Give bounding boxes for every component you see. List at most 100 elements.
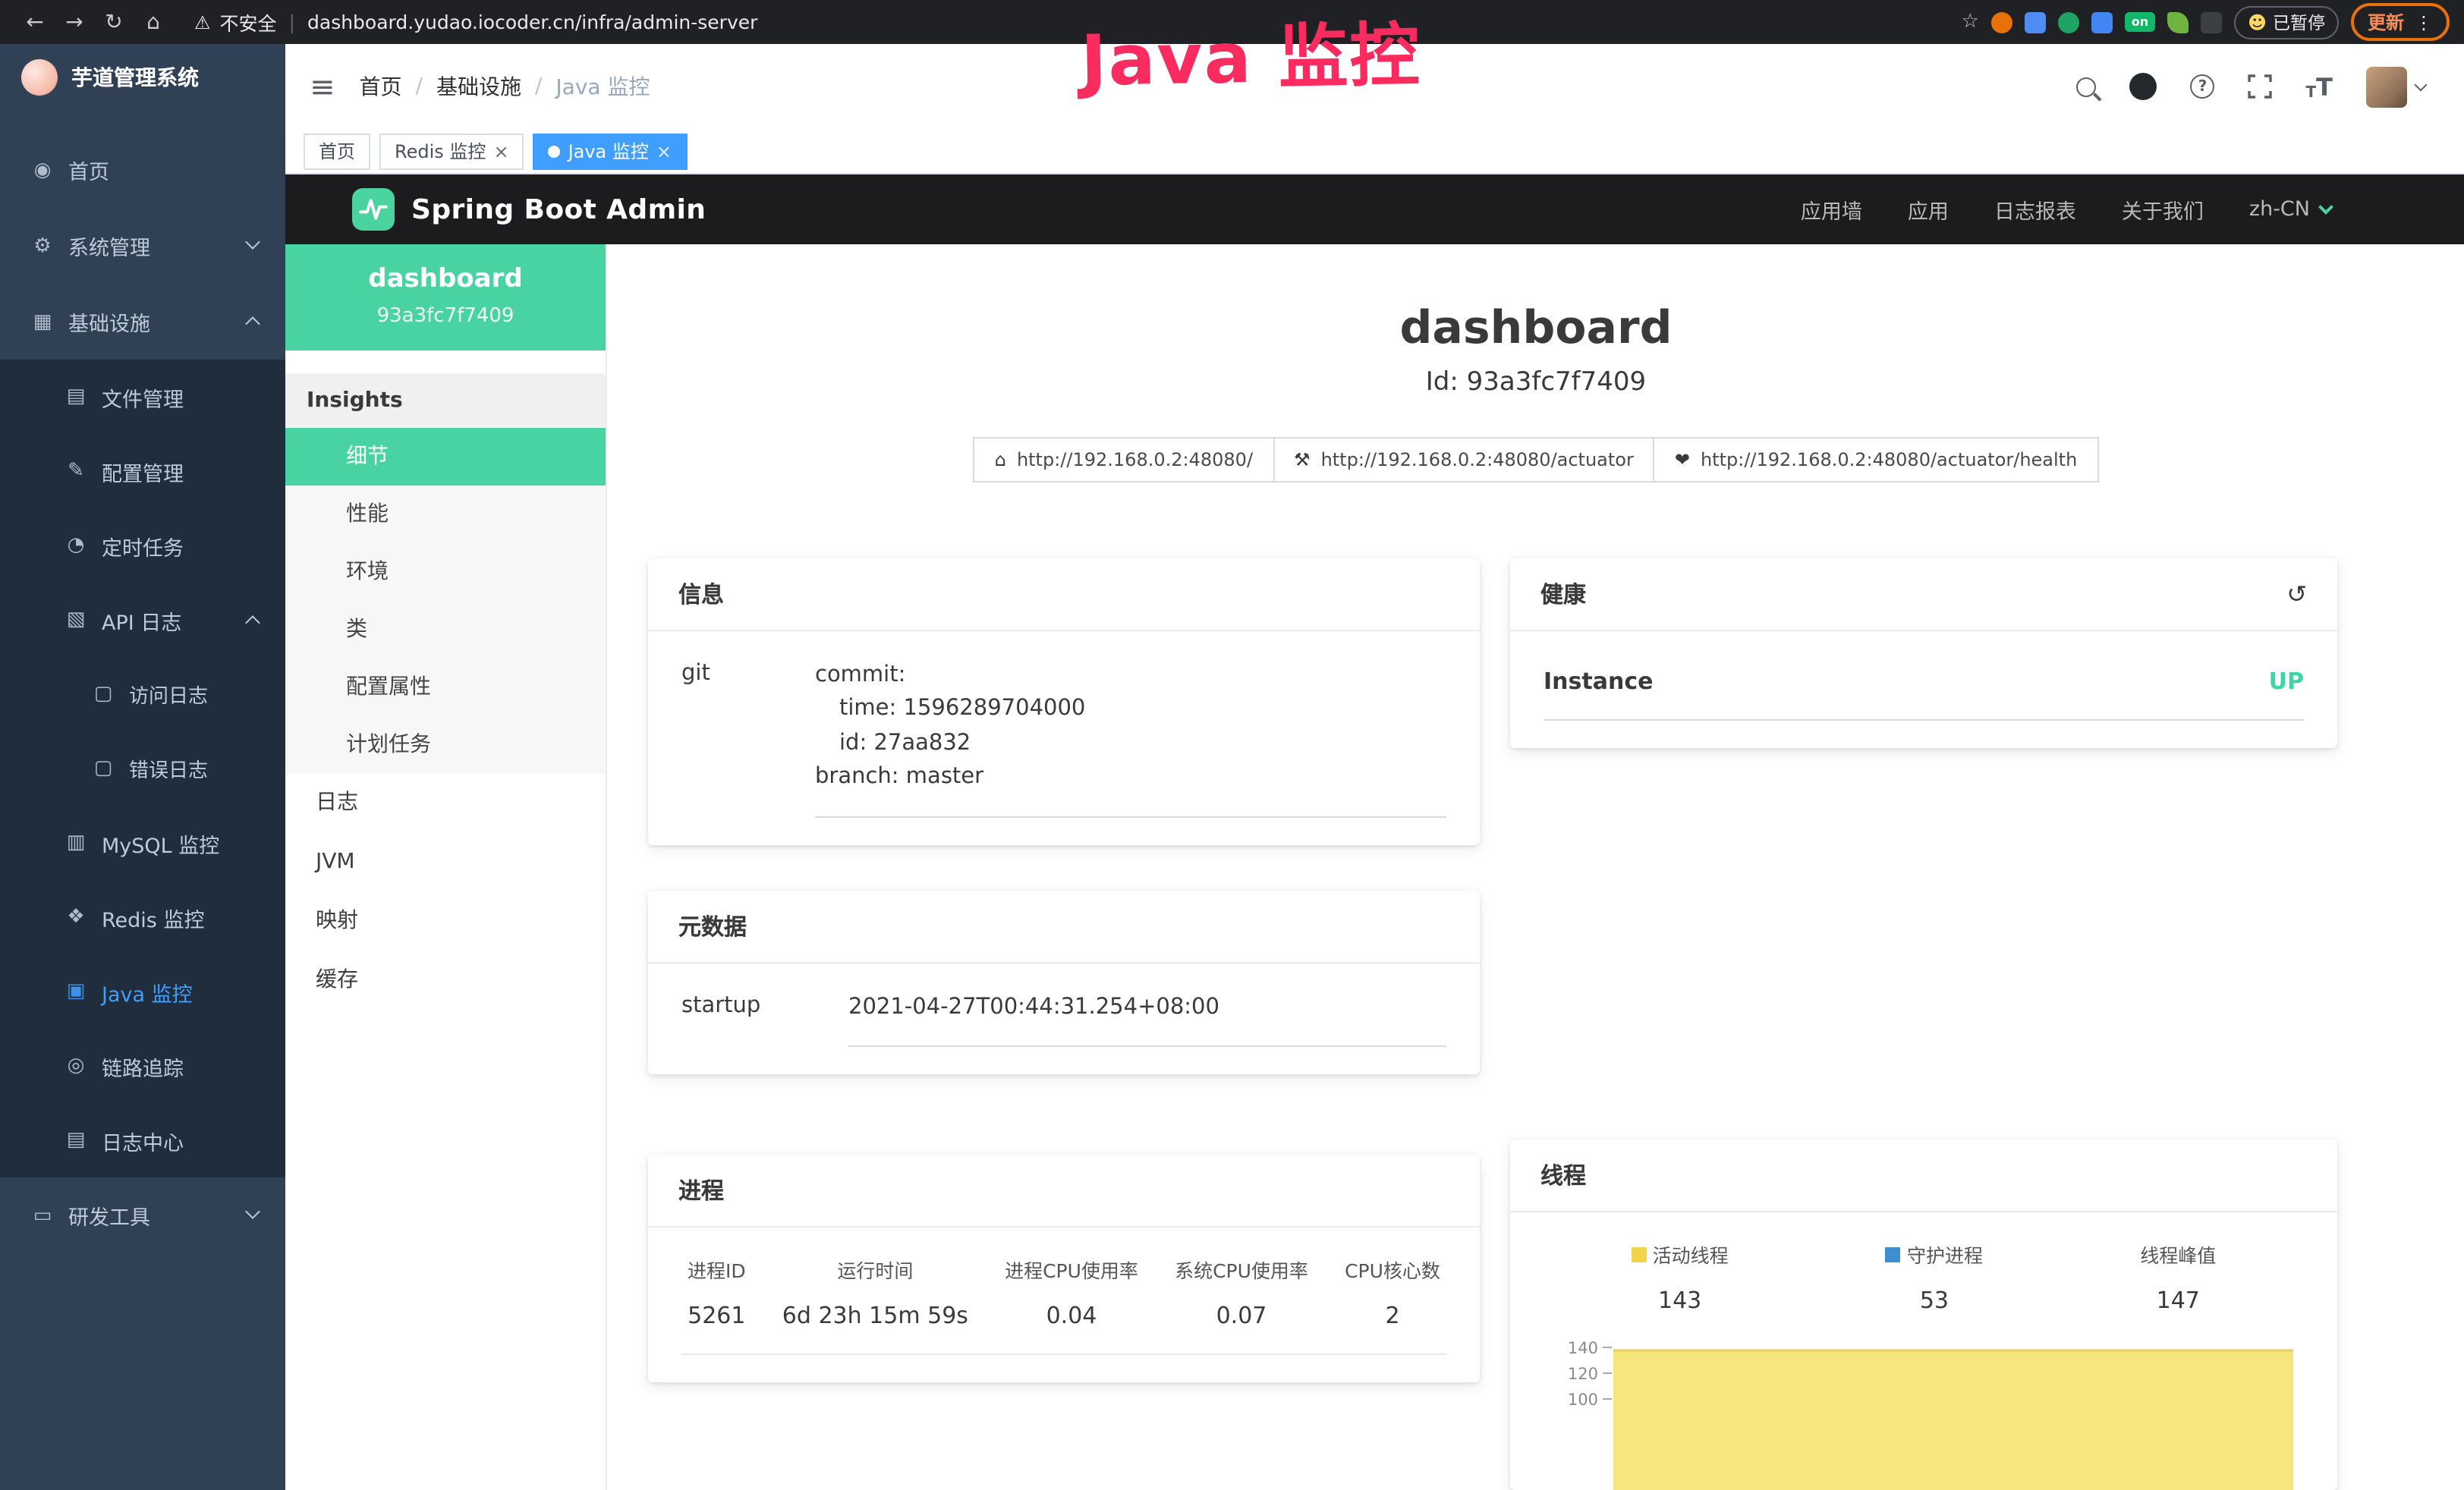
redis-icon: ❖ [64,906,88,929]
sba-nav-journal[interactable]: 日志报表 [1994,194,2076,225]
sba-item-environment[interactable]: 环境 [285,543,606,601]
sidebar-item-dev-tools[interactable]: ▭ 研发工具 [0,1177,285,1253]
user-avatar[interactable] [2366,66,2407,107]
sba-sidebar: dashboard 93a3fc7f7409 Insights 细节 性能 环境… [285,244,607,1490]
sidebar-item-access-log[interactable]: ▢ 访问日志 [0,657,285,731]
sidebar-item-mysql-monitor[interactable]: ▥ MySQL 监控 [0,806,285,880]
legend-daemon-threads: 守护进程 53 [1886,1240,1983,1314]
process-col-uptime: 运行时间 6d 23h 15m 59s [782,1256,968,1330]
sba-item-config-props[interactable]: 配置属性 [285,659,606,716]
process-col-cores: CPU核心数 2 [1345,1256,1440,1330]
header-actions: ? TT [2077,66,2426,107]
sba-item-mappings[interactable]: 映射 [285,892,606,951]
sba-locale-select[interactable]: zh-CN [2249,197,2331,222]
extension-icon-2[interactable] [2025,11,2046,33]
fullscreen-icon[interactable] [2248,74,2273,99]
sba-item-performance[interactable]: 性能 [285,486,606,543]
security-label: 不安全 [220,8,277,36]
breadcrumb-infrastructure[interactable]: 基础设施 [436,71,521,102]
paused-label: 已暂停 [2273,10,2325,34]
sba-nav-about[interactable]: 关于我们 [2122,194,2204,225]
chevron-up-icon [245,615,260,630]
sba-item-caches[interactable]: 缓存 [285,951,606,1011]
health-url-link[interactable]: ❤ http://192.168.0.2:48080/actuator/heal… [1654,437,2098,483]
tab-java-monitor[interactable]: Java 监控 × [533,133,687,169]
service-url-link[interactable]: ⌂ http://192.168.0.2:48080/ [974,437,1274,483]
extension-icon-3[interactable] [2058,11,2079,33]
history-icon[interactable]: ↺ [2286,580,2307,608]
admin-menu: ◉ 首页 ⚙ 系统管理 ▦ 基础设施 ▤ 文件管理 [0,132,285,1253]
close-icon[interactable]: × [493,142,508,160]
tab-redis-monitor[interactable]: Redis 监控 × [379,133,524,169]
help-icon[interactable]: ? [2191,74,2215,99]
close-icon[interactable]: × [656,142,672,160]
sidebar-item-redis-monitor[interactable]: ❖ Redis 监控 [0,880,285,954]
instance-title: dashboard [607,302,2464,355]
threads-chart: 140 120 100 [1544,1332,2304,1490]
sba-nav-wallboard[interactable]: 应用墙 [1801,194,1862,225]
sidebar-item-api-logs[interactable]: ▧ API 日志 [0,583,285,657]
api-log-icon: ▧ [64,608,88,631]
search-icon[interactable] [2077,77,2097,96]
sidebar-item-java-monitor[interactable]: ▣ Java 监控 [0,954,285,1029]
sba-item-jvm[interactable]: JVM [285,833,606,892]
actuator-url-link[interactable]: ⚒ http://192.168.0.2:48080/actuator [1273,437,1655,483]
app-logo-row: 芋道管理系统 [0,44,285,111]
chevron-down-icon [2318,199,2333,214]
sidebar-item-home[interactable]: ◉ 首页 [0,132,285,208]
address-bar[interactable]: ⚠ 不安全 | dashboard.yudao.iocoder.cn/infra… [194,8,757,36]
ytick-100: 100 [1568,1391,1598,1409]
extension-paused-badge[interactable]: ☻ 已暂停 [2234,5,2339,39]
forward-icon[interactable]: → [55,10,94,34]
metadata-row-startup: startup 2021-04-27T00:44:31.254+08:00 [681,991,1446,1048]
chrome-update-button[interactable]: 更新 ⋮ [2351,3,2450,41]
access-log-icon: ▢ [91,683,115,706]
sba-item-logs[interactable]: 日志 [285,774,606,833]
mysql-icon: ▥ [64,831,88,854]
health-row-instance[interactable]: Instance UP [1544,659,2304,721]
process-table: 进程ID 5261 运行时间 6d 23h 15m 59s [681,1256,1446,1356]
infrastructure-submenu: ▤ 文件管理 ✎ 配置管理 ◔ 定时任务 ▧ API 日志 [0,360,285,1177]
extension-icon-1[interactable] [1991,11,2012,33]
active-tab-dot [549,145,561,157]
breadcrumb-home[interactable]: 首页 [360,71,402,102]
sidebar-item-log-center[interactable]: ▤ 日志中心 [0,1103,285,1177]
user-menu[interactable] [2366,66,2425,107]
font-size-icon[interactable]: TT [2306,72,2333,101]
extension-on-icon[interactable]: on [2125,12,2155,32]
back-icon[interactable]: ← [15,10,55,34]
breadcrumb-current: Java 监控 [555,71,650,102]
sba-content: dashboard Id: 93a3fc7f7409 ⌂ http://192.… [607,244,2464,1490]
browser-menu-dots-icon[interactable]: ⋮ [2415,11,2433,33]
extension-leaf-icon[interactable] [2167,11,2189,33]
github-icon[interactable] [2130,73,2157,100]
sidebar-item-scheduled-jobs[interactable]: ◔ 定时任务 [0,508,285,583]
tab-home[interactable]: 首页 [304,133,370,169]
sba-item-classes[interactable]: 类 [285,601,606,659]
process-col-pid: 进程ID 5261 [688,1256,746,1330]
sidebar-item-error-log[interactable]: ▢ 错误日志 [0,731,285,806]
sidebar-item-system-management[interactable]: ⚙ 系统管理 [0,208,285,284]
sidebar-item-config-management[interactable]: ✎ 配置管理 [0,434,285,508]
hamburger-icon[interactable]: ≡ [310,68,335,105]
sba-item-details[interactable]: 细节 [285,428,606,486]
sba-nav-applications[interactable]: 应用 [1908,194,1949,225]
browser-home-icon[interactable]: ⌂ [134,10,173,34]
threads-legend: 活动线程 143 守护进程 [1544,1240,2304,1314]
sidebar-item-file-management[interactable]: ▤ 文件管理 [0,360,285,434]
admin-header: ≡ 首页 / 基础设施 / Java 监控 ? TT [285,44,2464,129]
sidebar-item-trace[interactable]: ◎ 链路追踪 [0,1029,285,1103]
extension-icon-4[interactable] [2091,11,2113,33]
sba-app-block[interactable]: dashboard 93a3fc7f7409 [285,244,606,350]
tab-bar: 首页 Redis 监控 × Java 监控 × [285,129,2464,174]
sidebar-item-infrastructure[interactable]: ▦ 基础设施 [0,284,285,360]
reload-icon[interactable]: ↻ [94,10,134,34]
bookmark-star-icon[interactable]: ☆ [1962,11,1979,33]
chevron-down-icon [245,1204,260,1219]
wrench-icon: ⚒ [1294,449,1311,470]
spring-boot-admin: Spring Boot Admin 应用墙 应用 日志报表 关于我们 zh-CN [285,174,2464,1490]
legend-peak-threads: 线程峰值 147 [2140,1240,2216,1314]
extension-puzzle-icon[interactable] [2201,11,2222,33]
admin-main: ≡ 首页 / 基础设施 / Java 监控 ? TT [285,44,2464,1490]
sba-item-scheduled-tasks[interactable]: 计划任务 [285,716,606,774]
